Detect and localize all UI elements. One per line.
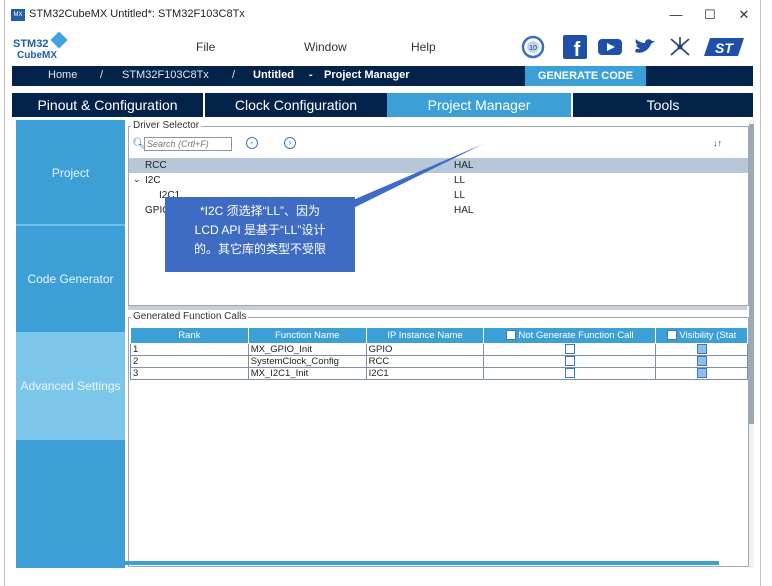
cell-rank: 1 bbox=[130, 343, 249, 356]
horizontal-scrollbar[interactable] bbox=[19, 561, 719, 565]
cell-not-generate[interactable] bbox=[483, 355, 657, 368]
next-match-icon[interactable]: › bbox=[284, 137, 296, 149]
cell-ip-instance: RCC bbox=[365, 355, 485, 368]
menu-help[interactable]: Help bbox=[411, 40, 436, 54]
driver-selector-legend: Driver Selector bbox=[131, 120, 202, 131]
menu-file[interactable]: File bbox=[196, 40, 215, 54]
maximize-button[interactable]: ☐ bbox=[695, 5, 725, 25]
window-title: STM32CubeMX Untitled*: STM32F103C8Tx bbox=[29, 8, 245, 20]
tab-project-manager[interactable]: Project Manager bbox=[387, 93, 571, 117]
breadcrumb-project[interactable]: Untitled bbox=[253, 69, 294, 81]
visibility-checkbox[interactable] bbox=[696, 344, 707, 355]
breadcrumb-separator: / bbox=[232, 69, 236, 81]
app-icon: MX bbox=[11, 9, 25, 21]
generate-code-button[interactable]: GENERATE CODE bbox=[525, 66, 646, 86]
sidebar-item-project[interactable]: Project bbox=[16, 166, 125, 180]
column-header-function-name[interactable]: Function Name bbox=[247, 327, 367, 344]
panel-splitter[interactable] bbox=[128, 306, 747, 310]
cell-not-generate[interactable] bbox=[483, 343, 657, 356]
chevron-down-icon[interactable]: ⌄ bbox=[133, 174, 141, 185]
breadcrumb: Home / STM32F103C8Tx / Untitled - Projec… bbox=[12, 66, 753, 86]
title-bar: MX STM32CubeMX Untitled*: STM32F103C8Tx … bbox=[5, 0, 760, 30]
column-header-ip-instance-name[interactable]: IP Instance Name bbox=[365, 327, 485, 344]
header-checkbox-visibility[interactable] bbox=[666, 330, 677, 341]
visibility-checkbox[interactable] bbox=[696, 368, 707, 379]
st-logo-text: ST bbox=[715, 40, 734, 56]
visibility-checkbox[interactable] bbox=[696, 356, 707, 367]
cell-ip-instance: GPIO bbox=[365, 343, 485, 356]
breadcrumb-dash: - bbox=[309, 69, 313, 81]
column-header-visibility[interactable]: Visibility (Stat bbox=[655, 327, 748, 344]
callout-line-2: LCD API 是基于“LL”设计 bbox=[194, 223, 326, 237]
sidebar-item-advanced-settings[interactable]: Advanced Settings bbox=[16, 379, 125, 393]
facebook-text: f bbox=[574, 39, 581, 60]
not-generate-checkbox[interactable] bbox=[564, 356, 575, 367]
st-logo-icon[interactable]: ST bbox=[702, 34, 746, 60]
cell-visibility[interactable] bbox=[655, 367, 748, 380]
sidebar-divider bbox=[16, 224, 125, 226]
header-checkbox-not-generate[interactable] bbox=[505, 330, 516, 341]
youtube-icon[interactable] bbox=[597, 34, 623, 60]
function-calls-table: Rank Function Name IP Instance Name Not … bbox=[130, 327, 748, 380]
annotation-callout: *I2C 须选择“LL”、因为 LCD API 是基于“LL”设计 的。其它库的… bbox=[165, 197, 355, 272]
twitter-icon[interactable] bbox=[632, 34, 658, 60]
column-header-rank[interactable]: Rank bbox=[130, 327, 249, 344]
table-header-row: Rank Function Name IP Instance Name Not … bbox=[130, 327, 748, 344]
cube-icon bbox=[50, 31, 68, 49]
driver-name: RCC bbox=[145, 160, 167, 171]
tab-clock-configuration[interactable]: Clock Configuration bbox=[205, 93, 387, 117]
column-header-not-generate[interactable]: Not Generate Function Call bbox=[483, 327, 657, 344]
table-row[interactable]: 3 MX_I2C1_Init I2C1 bbox=[130, 367, 748, 380]
facebook-icon[interactable]: f bbox=[562, 34, 588, 61]
logo-line2: CubeMX bbox=[17, 50, 57, 61]
breadcrumb-device[interactable]: STM32F103C8Tx bbox=[122, 69, 209, 81]
not-generate-checkbox[interactable] bbox=[564, 344, 575, 355]
search-input[interactable] bbox=[144, 137, 232, 151]
cell-function-name: MX_I2C1_Init bbox=[247, 367, 367, 380]
anniversary-badge-icon[interactable]: 10 bbox=[520, 34, 546, 60]
logo-line1: STM32 bbox=[13, 38, 49, 50]
column-header-visibility-label: Visibility (Stat bbox=[679, 330, 737, 341]
cell-rank: 3 bbox=[130, 367, 249, 380]
cell-not-generate[interactable] bbox=[483, 367, 657, 380]
cell-visibility[interactable] bbox=[655, 343, 748, 356]
scrollbar-thumb[interactable] bbox=[749, 124, 754, 424]
previous-match-icon[interactable]: ‹ bbox=[246, 137, 258, 149]
callout-line-3: 的。其它库的类型不受限 bbox=[193, 242, 326, 256]
breadcrumb-separator: / bbox=[100, 69, 104, 81]
menu-window[interactable]: Window bbox=[304, 40, 347, 54]
table-row[interactable]: 2 SystemClock_Config RCC bbox=[130, 355, 748, 368]
not-generate-checkbox[interactable] bbox=[564, 368, 575, 379]
tab-tools[interactable]: Tools bbox=[573, 93, 753, 117]
cell-function-name: MX_GPIO_Init bbox=[247, 343, 367, 356]
close-button[interactable]: ✕ bbox=[729, 5, 759, 25]
badge-text: 10 bbox=[529, 45, 537, 52]
cell-rank: 2 bbox=[130, 355, 249, 368]
generated-function-calls-group: Generated Function Calls Rank Function N… bbox=[128, 311, 749, 567]
stm32cubemx-logo: STM32 CubeMX bbox=[13, 31, 75, 62]
breadcrumb-home[interactable]: Home bbox=[48, 69, 77, 81]
cell-ip-instance: I2C1 bbox=[365, 367, 485, 380]
callout-line-1: *I2C 须选择“LL”、因为 bbox=[199, 204, 321, 218]
tab-pinout-configuration[interactable]: Pinout & Configuration bbox=[12, 93, 203, 117]
main-tabs: Pinout & Configuration Clock Configurati… bbox=[12, 93, 753, 117]
cell-visibility[interactable] bbox=[655, 355, 748, 368]
column-header-not-generate-label: Not Generate Function Call bbox=[518, 330, 634, 341]
sidebar-item-code-generator[interactable]: Code Generator bbox=[16, 272, 125, 286]
vertical-scrollbar[interactable] bbox=[749, 120, 754, 568]
network-icon[interactable] bbox=[667, 34, 693, 60]
sort-icon[interactable]: ↓↑ bbox=[713, 138, 722, 148]
menu-bar: STM32 CubeMX File Window Help 10 f ST bbox=[5, 30, 760, 66]
driver-name: I2C bbox=[145, 175, 161, 186]
minimize-button[interactable]: — bbox=[661, 5, 691, 25]
function-calls-legend: Generated Function Calls bbox=[131, 311, 249, 322]
breadcrumb-page: Project Manager bbox=[324, 69, 410, 81]
table-row[interactable]: 1 MX_GPIO_Init GPIO bbox=[130, 343, 748, 356]
app-window: MX STM32CubeMX Untitled*: STM32F103C8Tx … bbox=[4, 0, 761, 586]
cell-function-name: SystemClock_Config bbox=[247, 355, 367, 368]
sidebar: Project Code Generator Advanced Settings bbox=[16, 120, 125, 568]
